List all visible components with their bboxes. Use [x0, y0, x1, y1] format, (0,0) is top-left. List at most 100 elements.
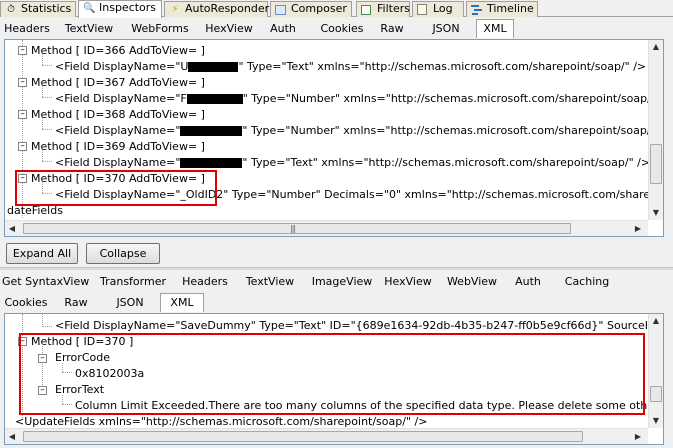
field-prefix-text: <Field DisplayName=": [55, 92, 181, 105]
tab-filters[interactable]: Filters: [356, 1, 410, 17]
pane-splitter[interactable]: [0, 267, 673, 270]
tab-textview[interactable]: TextView: [240, 273, 300, 291]
tree-guide-line: [42, 65, 52, 66]
collapse-toggle-icon[interactable]: –: [18, 46, 27, 55]
scroll-thumb[interactable]: [650, 386, 662, 402]
expand-all-button[interactable]: Expand All: [6, 243, 78, 264]
tab-get-syntaxview[interactable]: Get SyntaxView: [2, 273, 89, 291]
tree-guide-line: [42, 129, 52, 130]
tab-auth[interactable]: Auth: [510, 273, 546, 291]
scroll-down-icon[interactable]: ▼: [649, 414, 663, 428]
tree-node-updatefields[interactable]: <UpdateFields xmlns="http://schemas.micr…: [15, 415, 427, 429]
tab-headers[interactable]: Headers: [2, 20, 52, 38]
tab-raw[interactable]: Raw: [58, 294, 94, 312]
scroll-left-icon[interactable]: ◀: [5, 222, 19, 236]
tree-node-field[interactable]: <Field DisplayName="U " Type="Text" xmlns…: [55, 60, 646, 74]
scroll-thumb[interactable]: [650, 144, 662, 184]
tree-node-method[interactable]: Method [ ID=366 AddToView= ]: [31, 44, 205, 58]
field-suffix-text: " Type="Text" xmlns="http://schemas.micr…: [242, 156, 651, 169]
scroll-thumb[interactable]: [23, 431, 583, 442]
tab-label: Statistics: [21, 2, 72, 15]
tab-transformer[interactable]: Transformer: [98, 273, 168, 291]
scroll-up-icon[interactable]: ▲: [649, 40, 663, 54]
tree-guide-line: [42, 161, 52, 162]
field-suffix-text: " Type="Number" xmlns="http://schemas.mi…: [242, 124, 664, 137]
tab-hexview[interactable]: HexView: [200, 20, 258, 38]
log-icon: [417, 4, 427, 15]
tree-guide-line: [42, 150, 43, 161]
magnifier-icon: 🔍: [83, 3, 96, 14]
tab-imageview[interactable]: ImageView: [308, 273, 376, 291]
tree-guide-line: [42, 182, 43, 193]
tab-json[interactable]: JSON: [108, 294, 152, 312]
response-vertical-scrollbar[interactable]: ▲ ▼: [648, 314, 663, 428]
tab-label: Composer: [291, 2, 347, 15]
tab-cookies[interactable]: Cookies: [2, 294, 50, 312]
scroll-up-icon[interactable]: ▲: [649, 314, 663, 328]
tree-guide-line: [42, 326, 52, 327]
tab-timeline[interactable]: Timeline: [466, 1, 538, 17]
scroll-right-icon[interactable]: ▶: [631, 430, 645, 444]
tree-guide-line: [42, 54, 43, 65]
scroll-thumb[interactable]: |||: [23, 223, 571, 234]
tab-headers[interactable]: Headers: [180, 273, 230, 291]
tab-webview[interactable]: WebView: [444, 273, 500, 291]
scroll-left-icon[interactable]: ◀: [5, 430, 19, 444]
request-horizontal-scrollbar[interactable]: ◀ ||| ▶: [5, 220, 648, 236]
tab-raw[interactable]: Raw: [374, 20, 410, 38]
field-name-start: U: [180, 60, 189, 73]
tab-hexview[interactable]: HexView: [382, 273, 434, 291]
collapse-toggle-icon[interactable]: –: [38, 386, 47, 395]
error-code-value[interactable]: 0x8102003a: [75, 367, 144, 381]
request-xml-tree[interactable]: – Method [ ID=366 AddToView= ] <Field Di…: [4, 39, 664, 237]
scroll-right-icon[interactable]: ▶: [631, 222, 645, 236]
tree-node-field[interactable]: <Field DisplayName="F " Type="Number" xml…: [55, 92, 663, 106]
tab-composer[interactable]: Composer: [270, 1, 352, 17]
tab-textview[interactable]: TextView: [58, 20, 120, 38]
tree-guide-line: [22, 314, 23, 418]
collapse-toggle-icon[interactable]: –: [18, 174, 27, 183]
collapse-button[interactable]: Collapse: [86, 243, 160, 264]
collapse-toggle-icon[interactable]: –: [18, 110, 27, 119]
tree-node-method[interactable]: Method [ ID=367 AddToView= ]: [31, 76, 205, 90]
collapse-toggle-icon[interactable]: –: [18, 142, 27, 151]
request-vertical-scrollbar[interactable]: ▲ ▼: [648, 40, 663, 220]
error-text-value[interactable]: Column Limit Exceeded.There are too many…: [75, 399, 663, 413]
compose-icon: [275, 5, 286, 15]
tree-node-field[interactable]: <Field DisplayName=" " Type="Number" xmln…: [55, 124, 664, 138]
tab-webforms[interactable]: WebForms: [126, 20, 194, 38]
tree-node-errorcode[interactable]: ErrorCode: [55, 351, 110, 365]
tab-statistics[interactable]: ⏱ Statistics: [0, 1, 76, 17]
tab-log[interactable]: Log: [412, 1, 464, 17]
tab-auth[interactable]: Auth: [264, 20, 302, 38]
timeline-icon: [471, 4, 483, 15]
tree-node-method[interactable]: Method [ ID=368 AddToView= ]: [31, 108, 205, 122]
collapse-toggle-icon[interactable]: –: [18, 337, 27, 346]
tree-node-field[interactable]: <Field DisplayName="SaveDummy" Type="Tex…: [55, 319, 663, 333]
tab-label: Timeline: [487, 2, 534, 15]
collapse-toggle-icon[interactable]: –: [38, 354, 47, 363]
tree-node-method[interactable]: Method [ ID=369 AddToView= ]: [31, 140, 205, 154]
tree-guide-line: [42, 344, 43, 389]
tree-node-field[interactable]: <Field DisplayName=" " Type="Text" xmlns=…: [55, 156, 650, 170]
tree-node-method[interactable]: Method [ ID=370 AddToView= ]: [31, 172, 205, 186]
tab-xml[interactable]: XML: [476, 19, 514, 38]
tab-json[interactable]: JSON: [424, 20, 468, 38]
tab-xml[interactable]: XML: [160, 293, 204, 312]
tab-autoresponder[interactable]: ⚡ AutoResponder: [164, 1, 270, 17]
tab-cookies[interactable]: Cookies: [314, 20, 370, 38]
lightning-icon: ⚡: [171, 4, 179, 15]
tree-node-method[interactable]: Method [ ID=370 ]: [31, 335, 133, 349]
tab-caching[interactable]: Caching: [562, 273, 612, 291]
redacted-block: [188, 62, 239, 72]
response-horizontal-scrollbar[interactable]: ◀ ▶: [5, 428, 648, 444]
response-tab-row-2: Cookies Raw JSON XML: [0, 292, 673, 312]
collapse-toggle-icon[interactable]: –: [18, 78, 27, 87]
tree-node-datefields[interactable]: dateFields: [7, 204, 63, 218]
tree-node-field[interactable]: <Field DisplayName="_OldID2" Type="Numbe…: [55, 188, 663, 202]
redacted-block: [186, 94, 243, 104]
response-xml-tree[interactable]: <Field DisplayName="SaveDummy" Type="Tex…: [4, 313, 664, 445]
tab-inspectors[interactable]: 🔍 Inspectors: [78, 0, 162, 18]
tab-label: AutoResponder: [185, 2, 270, 15]
scroll-down-icon[interactable]: ▼: [649, 206, 663, 220]
